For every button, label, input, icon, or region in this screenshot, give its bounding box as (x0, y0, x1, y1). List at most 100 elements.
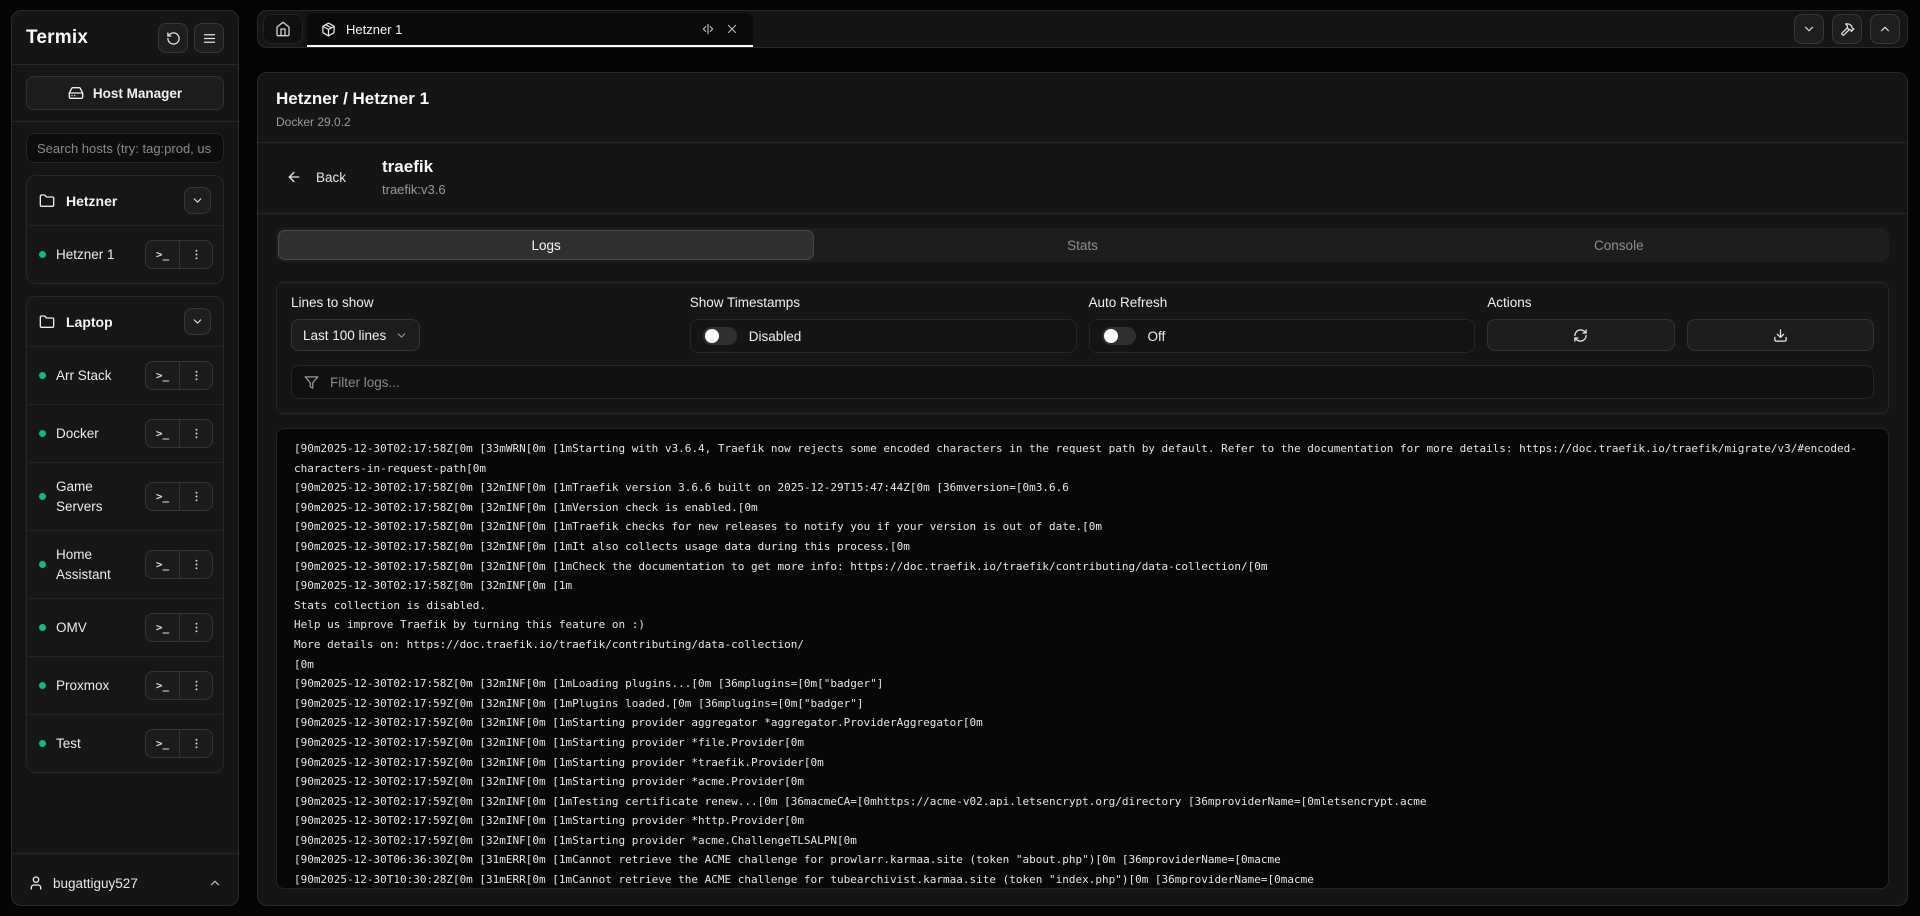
log-line: [90m2025-12-30T02:17:59Z[0m [32mINF[0m [… (294, 811, 1871, 831)
open-terminal-button[interactable]: >_ (146, 241, 179, 268)
sidebar-divider (12, 121, 238, 122)
host-row[interactable]: Game Servers >_ (27, 462, 223, 530)
toggle-knob (1104, 329, 1118, 343)
refresh-hosts-button[interactable] (158, 23, 188, 53)
host-manager-button[interactable]: Host Manager (26, 76, 224, 110)
auto-refresh-label: Auto Refresh (1089, 295, 1476, 310)
group-collapse-button[interactable] (184, 187, 211, 214)
lines-select[interactable]: Last 100 lines (291, 319, 420, 351)
open-terminal-button[interactable]: >_ (146, 672, 179, 699)
host-row[interactable]: Test >_ (27, 714, 223, 772)
filter-logs-box (291, 365, 1874, 399)
log-line: [0m (294, 655, 1871, 675)
sidebar-menu-button[interactable] (194, 23, 224, 53)
user-icon (28, 875, 44, 891)
host-name: Proxmox (56, 676, 135, 696)
host-row[interactable]: OMV >_ (27, 598, 223, 656)
tab-hetzner-1[interactable]: Hetzner 1 (307, 13, 753, 47)
collapse-up-button[interactable] (1870, 14, 1900, 44)
log-line: [90m2025-12-30T02:17:59Z[0m [32mINF[0m [… (294, 831, 1871, 851)
open-terminal-button[interactable]: >_ (146, 614, 179, 641)
log-line: [90m2025-12-30T02:17:58Z[0m [32mINF[0m [… (294, 576, 1871, 596)
topbar-right-controls (1794, 11, 1907, 47)
open-terminal-button[interactable]: >_ (146, 483, 179, 510)
user-menu[interactable]: bugattiguy527 (26, 865, 224, 893)
tools-button[interactable] (1832, 14, 1862, 44)
host-row[interactable]: Proxmox >_ (27, 656, 223, 714)
host-row[interactable]: Docker >_ (27, 404, 223, 462)
chevron-down-icon (1802, 22, 1816, 36)
sidebar-divider (12, 64, 238, 65)
back-button[interactable]: Back (276, 163, 356, 191)
log-line: [90m2025-12-30T02:17:58Z[0m [33mWRN[0m [… (294, 439, 1871, 459)
host-menu-button[interactable] (179, 551, 212, 578)
close-tab-icon[interactable] (725, 22, 739, 36)
host-row[interactable]: Arr Stack >_ (27, 346, 223, 404)
host-menu-button[interactable] (179, 672, 212, 699)
host-menu-button[interactable] (179, 420, 212, 447)
show-timestamps-group: Show Timestamps Disabled (690, 295, 1077, 353)
host-row[interactable]: Home Assistant >_ (27, 530, 223, 598)
group-collapse-button[interactable] (184, 308, 211, 335)
ellipsis-vertical-icon (190, 679, 203, 692)
host-actions: >_ (145, 729, 213, 758)
home-button[interactable] (263, 14, 303, 44)
host-group-header[interactable]: Hetzner (27, 176, 223, 225)
folder-icon (39, 193, 55, 209)
open-terminal-button[interactable]: >_ (146, 730, 179, 757)
sidebar-spacer (26, 773, 224, 842)
log-line: [90m2025-12-30T02:17:59Z[0m [32mINF[0m [… (294, 713, 1871, 733)
rotate-ccw-icon (166, 31, 181, 46)
filter-logs-input[interactable] (330, 375, 1861, 390)
host-group-name: Laptop (66, 314, 113, 330)
chevron-down-icon (395, 329, 408, 342)
log-output[interactable]: [90m2025-12-30T02:17:58Z[0m [33mWRN[0m [… (276, 428, 1889, 889)
refresh-cw-icon (1573, 328, 1588, 343)
host-group-header[interactable]: Laptop (27, 297, 223, 346)
host-manager-label: Host Manager (93, 86, 182, 101)
host-menu-button[interactable] (179, 483, 212, 510)
ellipsis-vertical-icon (190, 490, 203, 503)
filter-icon (304, 375, 319, 390)
log-line: [90m2025-12-30T02:17:59Z[0m [32mINF[0m [… (294, 753, 1871, 773)
tab-stats[interactable]: Stats (814, 230, 1350, 260)
terminal-icon: >_ (156, 248, 169, 261)
app-title: Termix (26, 27, 88, 49)
back-label: Back (316, 170, 346, 185)
open-terminal-button[interactable]: >_ (146, 420, 179, 447)
ellipsis-vertical-icon (190, 369, 203, 382)
host-menu-button[interactable] (179, 241, 212, 268)
tab-logs[interactable]: Logs (278, 230, 814, 260)
main-area: Hetzner 1 (257, 10, 1908, 906)
chevron-down-icon (191, 315, 204, 328)
container-tabs: LogsStatsConsole (276, 228, 1889, 262)
open-terminal-button[interactable]: >_ (146, 551, 179, 578)
log-line: Stats collection is disabled. (294, 596, 1871, 616)
host-row[interactable]: Hetzner 1 >_ (27, 225, 223, 283)
host-menu-button[interactable] (179, 614, 212, 641)
host-actions: >_ (145, 240, 213, 269)
sidebar-divider (12, 853, 238, 854)
tab-console[interactable]: Console (1351, 230, 1887, 260)
collapse-down-button[interactable] (1794, 14, 1824, 44)
log-line: [90m2025-12-30T02:17:59Z[0m [32mINF[0m [… (294, 733, 1871, 753)
status-dot (39, 372, 46, 379)
terminal-icon: >_ (156, 490, 169, 503)
arrow-left-icon (286, 169, 302, 185)
terminal-icon: >_ (156, 427, 169, 440)
server-panel: Hetzner / Hetzner 1 Docker 29.0.2 Back t… (257, 72, 1908, 906)
open-terminal-button[interactable]: >_ (146, 362, 179, 389)
host-menu-button[interactable] (179, 362, 212, 389)
auto-refresh-toggle[interactable] (1102, 327, 1136, 345)
timestamps-toggle[interactable] (703, 327, 737, 345)
refresh-logs-button[interactable] (1487, 319, 1674, 351)
download-logs-button[interactable] (1687, 319, 1874, 351)
timestamps-state: Disabled (749, 329, 802, 344)
status-dot (39, 561, 46, 568)
download-icon (1773, 328, 1788, 343)
host-menu-button[interactable] (179, 730, 212, 757)
split-view-icon[interactable] (701, 22, 715, 36)
toggle-knob (705, 329, 719, 343)
chevron-up-icon (1878, 22, 1892, 36)
search-hosts-input[interactable] (26, 133, 224, 163)
